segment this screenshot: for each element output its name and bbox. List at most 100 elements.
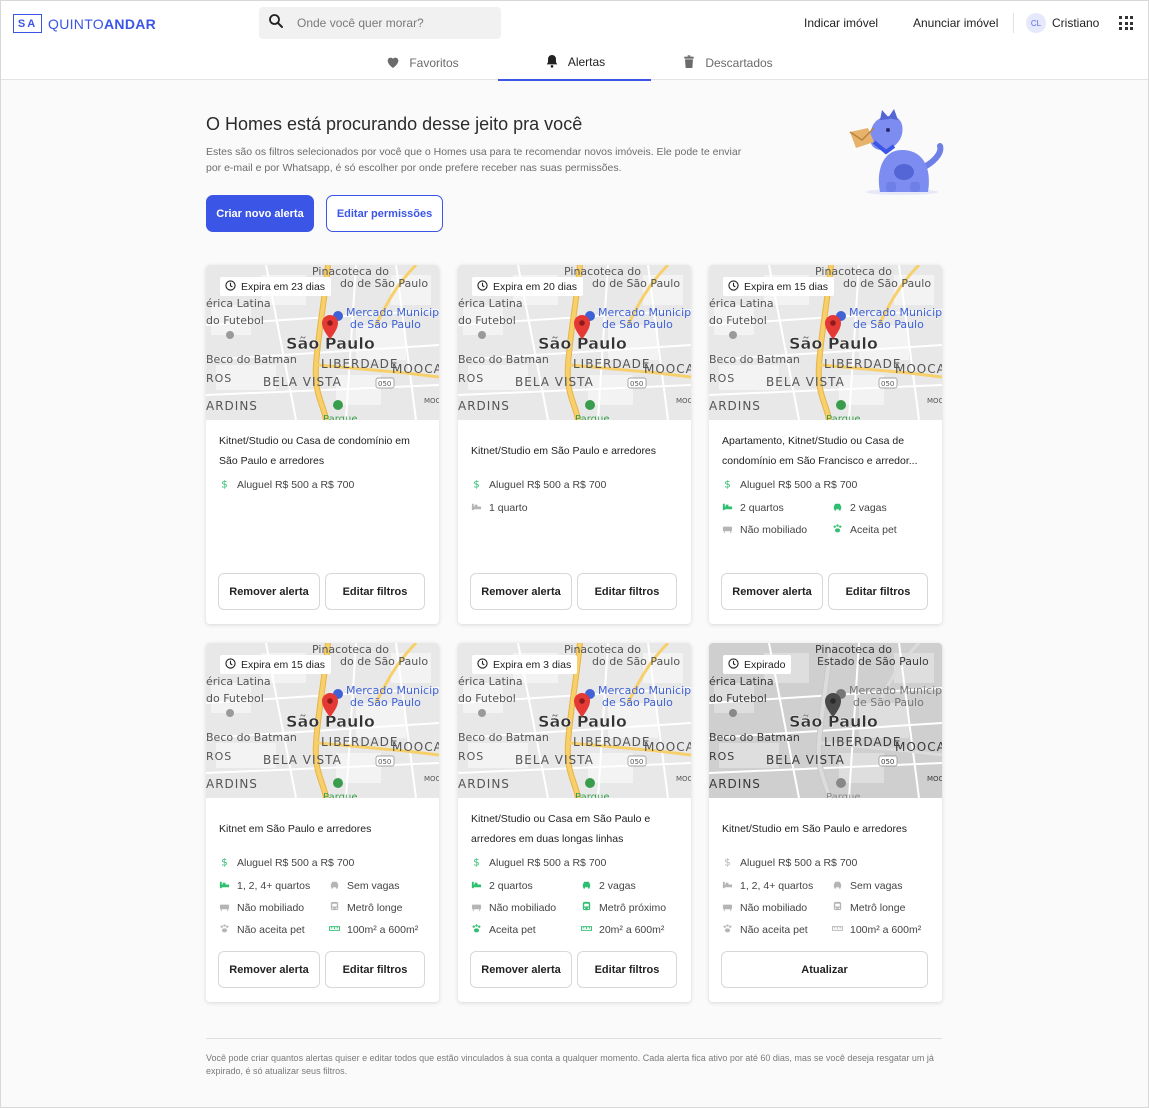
logo-mark: SA bbox=[13, 14, 42, 33]
alert-card: Pinacoteca do do de São Paulo érica Lati… bbox=[206, 643, 439, 1002]
svg-text:de São Paulo: de São Paulo bbox=[350, 318, 421, 331]
remove-alert-button[interactable]: Remover alerta bbox=[218, 951, 320, 988]
search-box[interactable] bbox=[259, 7, 501, 39]
tab-favoritos[interactable]: Favoritos bbox=[346, 45, 498, 81]
filter-item: 2 quartos bbox=[471, 879, 533, 893]
filter-text: Aceita pet bbox=[850, 524, 897, 536]
create-alert-button[interactable]: Criar novo alerta bbox=[206, 195, 314, 232]
filter-text: Sem vagas bbox=[850, 880, 903, 892]
alert-title: Kitnet/Studio em São Paulo e arredores bbox=[471, 445, 657, 457]
filter-item: Não mobiliado bbox=[722, 523, 807, 537]
expire-badge: Expirado bbox=[723, 655, 792, 674]
svg-text:MOOCA: MOOCA bbox=[644, 740, 691, 754]
svg-text:LIBERDADE: LIBERDADE bbox=[321, 735, 398, 749]
svg-text:do Futebol: do Futebol bbox=[709, 314, 767, 327]
tab-descartados[interactable]: Descartados bbox=[651, 45, 803, 81]
svg-text:do Futebol: do Futebol bbox=[458, 692, 516, 705]
alert-card: Pinacoteca do do de São Paulo érica Lati… bbox=[458, 265, 691, 624]
filter-item: $ Aluguel R$ 500 a R$ 700 bbox=[471, 856, 606, 870]
filter-item: Não mobiliado bbox=[722, 901, 807, 915]
expire-text: Expira em 20 dias bbox=[493, 280, 578, 293]
svg-text:Beco do Batman: Beco do Batman bbox=[709, 353, 800, 366]
filter-text: 2 quartos bbox=[740, 502, 784, 514]
filter-text: Não aceita pet bbox=[740, 924, 808, 936]
bed-icon bbox=[471, 501, 489, 515]
update-alert-button[interactable]: Atualizar bbox=[721, 951, 928, 988]
svg-text:Estado de São Paulo: Estado de São Paulo bbox=[817, 655, 929, 668]
user-name[interactable]: Cristiano bbox=[1052, 16, 1099, 30]
svg-text:ARDINS: ARDINS bbox=[709, 777, 761, 791]
filter-text: Não mobiliado bbox=[489, 902, 557, 914]
svg-text:érica Latina: érica Latina bbox=[206, 675, 271, 688]
filter-text: 20m² a 600m² bbox=[599, 924, 665, 936]
remove-alert-button[interactable]: Remover alerta bbox=[721, 573, 823, 610]
car-icon bbox=[581, 879, 599, 893]
alert-card: Pinacoteca do do de São Paulo érica Lati… bbox=[458, 643, 691, 1002]
edit-filters-button[interactable]: Editar filtros bbox=[828, 573, 928, 610]
avatar[interactable]: CL bbox=[1026, 13, 1046, 33]
remove-alert-button[interactable]: Remover alerta bbox=[218, 573, 320, 610]
filter-item: 100m² a 600m² bbox=[329, 923, 418, 937]
svg-text:do Futebol: do Futebol bbox=[206, 692, 264, 705]
edit-permissions-button[interactable]: Editar permissões bbox=[326, 195, 443, 232]
clock-icon bbox=[477, 279, 493, 294]
anunciar-imovel-link[interactable]: Anunciar imóvel bbox=[913, 16, 998, 30]
svg-text:Beco do Batman: Beco do Batman bbox=[458, 353, 549, 366]
filter-text: Não mobiliado bbox=[740, 524, 808, 536]
brand-logo[interactable]: SA QUINTOANDAR bbox=[13, 14, 156, 33]
filter-item: Não aceita pet bbox=[219, 923, 305, 937]
svg-text:$: $ bbox=[724, 480, 730, 489]
edit-filters-button[interactable]: Editar filtros bbox=[325, 573, 425, 610]
svg-text:Parque: Parque bbox=[575, 792, 609, 798]
search-input[interactable] bbox=[297, 16, 487, 30]
filter-text: Aluguel R$ 500 a R$ 700 bbox=[489, 479, 607, 491]
edit-filters-button[interactable]: Editar filtros bbox=[577, 573, 677, 610]
filter-text: Aluguel R$ 500 a R$ 700 bbox=[489, 857, 607, 869]
tab-alertas[interactable]: Alertas bbox=[498, 45, 651, 81]
svg-text:MOOCA: MOOCA bbox=[644, 362, 691, 376]
expire-badge: Expira em 23 dias bbox=[220, 277, 332, 296]
svg-text:MOC: MOC bbox=[424, 775, 439, 783]
filter-text: Metrô longe bbox=[850, 902, 906, 914]
expire-text: Expira em 23 dias bbox=[241, 280, 326, 293]
indicar-imovel-link[interactable]: Indicar imóvel bbox=[804, 16, 878, 30]
footer-note: Você pode criar quantos alertas quiser e… bbox=[206, 1053, 934, 1076]
expire-text: Expirado bbox=[744, 658, 786, 671]
svg-text:MOC: MOC bbox=[927, 397, 942, 405]
svg-text:MOOCA: MOOCA bbox=[895, 740, 942, 754]
svg-text:Parque: Parque bbox=[323, 792, 357, 798]
sofa-icon bbox=[722, 901, 740, 915]
svg-text:ARDINS: ARDINS bbox=[458, 777, 510, 791]
svg-text:ARDINS: ARDINS bbox=[709, 399, 761, 413]
remove-alert-button[interactable]: Remover alerta bbox=[470, 573, 572, 610]
car-icon bbox=[832, 501, 850, 515]
svg-text:BELA VISTA: BELA VISTA bbox=[515, 753, 594, 767]
filter-item: Sem vagas bbox=[832, 879, 903, 893]
svg-text:MOOCA: MOOCA bbox=[392, 362, 439, 376]
footer-divider bbox=[206, 1038, 942, 1039]
svg-text:Beco do Batman: Beco do Batman bbox=[206, 731, 297, 744]
remove-alert-button[interactable]: Remover alerta bbox=[470, 951, 572, 988]
filter-text: 2 vagas bbox=[599, 880, 636, 892]
svg-text:ROS: ROS bbox=[206, 372, 232, 385]
apps-grid-icon[interactable] bbox=[1119, 16, 1133, 30]
edit-filters-button[interactable]: Editar filtros bbox=[577, 951, 677, 988]
svg-text:de São Paulo: de São Paulo bbox=[602, 318, 673, 331]
filter-item: 2 vagas bbox=[581, 879, 636, 893]
svg-text:Parque: Parque bbox=[826, 792, 860, 798]
filter-text: Não mobiliado bbox=[740, 902, 808, 914]
svg-text:050: 050 bbox=[881, 380, 894, 388]
svg-text:do de São Paulo: do de São Paulo bbox=[592, 655, 680, 668]
svg-text:LIBERDADE: LIBERDADE bbox=[321, 357, 398, 371]
expire-badge: Expira em 15 dias bbox=[220, 655, 332, 674]
filter-item: 2 quartos bbox=[722, 501, 784, 515]
clock-icon bbox=[225, 657, 241, 672]
clock-icon bbox=[477, 657, 493, 672]
edit-filters-button[interactable]: Editar filtros bbox=[325, 951, 425, 988]
svg-text:do de São Paulo: do de São Paulo bbox=[843, 277, 931, 290]
svg-text:Parque: Parque bbox=[575, 414, 609, 420]
svg-text:ARDINS: ARDINS bbox=[458, 399, 510, 413]
metro-icon bbox=[832, 901, 850, 915]
filter-item: 1, 2, 4+ quartos bbox=[722, 879, 813, 893]
expire-badge: Expira em 15 dias bbox=[723, 277, 835, 296]
